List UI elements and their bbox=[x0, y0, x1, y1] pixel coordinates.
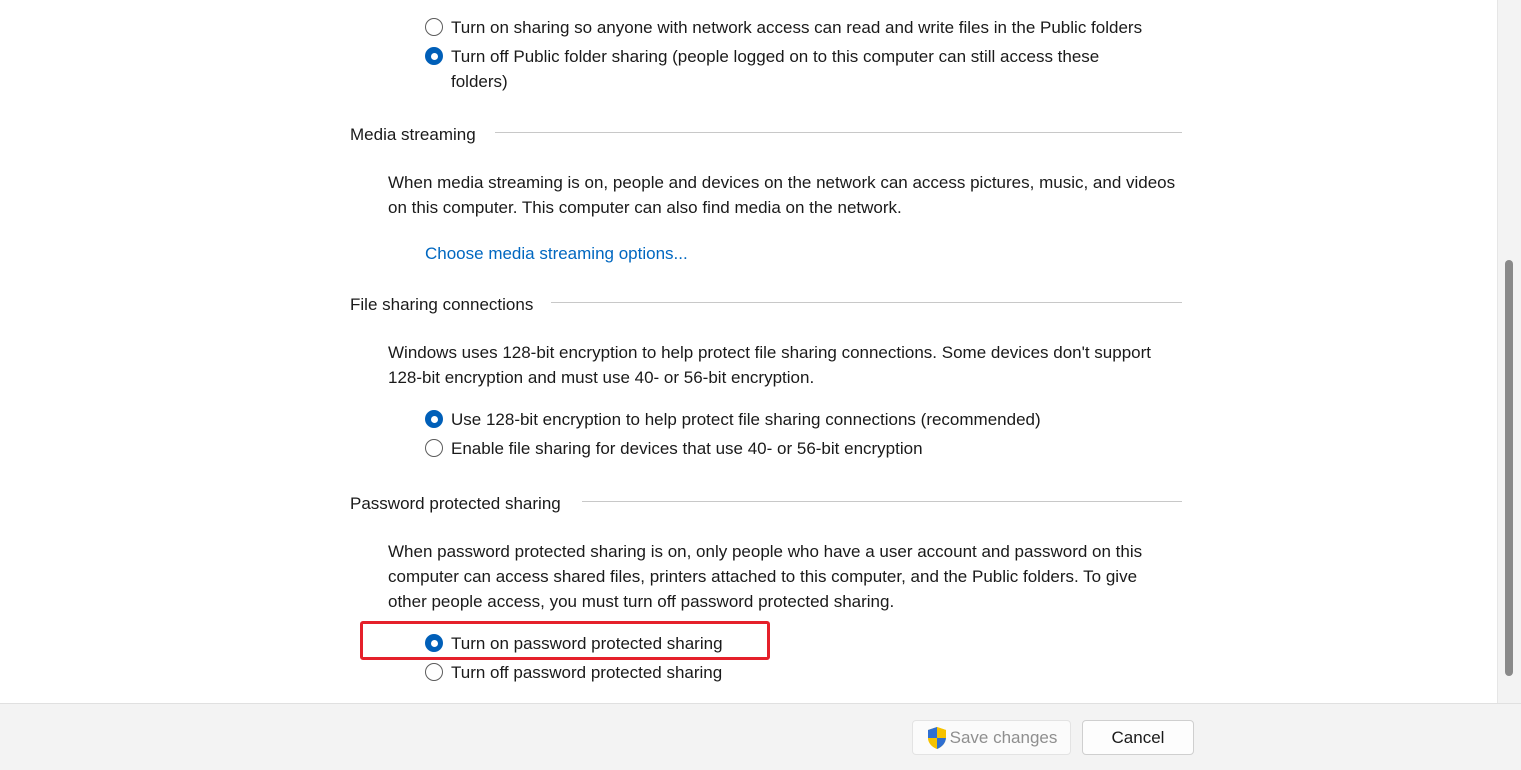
radio-button-unselected-icon[interactable] bbox=[425, 439, 443, 457]
section-divider bbox=[582, 501, 1182, 502]
radio-button-selected-icon[interactable] bbox=[425, 410, 443, 428]
section-title-file-sharing-connections: File sharing connections bbox=[350, 295, 534, 314]
media-streaming-description: When media streaming is on, people and d… bbox=[388, 173, 1176, 217]
radio-password-sharing-off[interactable]: Turn off password protected sharing bbox=[425, 660, 1171, 685]
radio-button-selected-icon[interactable] bbox=[425, 47, 443, 65]
cancel-label: Cancel bbox=[1111, 727, 1165, 747]
cancel-button[interactable]: Cancel bbox=[1082, 720, 1194, 755]
radio-label: Turn off password protected sharing bbox=[451, 663, 723, 682]
section-divider bbox=[495, 132, 1182, 133]
scrollbar-thumb[interactable] bbox=[1505, 260, 1513, 676]
vertical-scrollbar[interactable] bbox=[1497, 0, 1521, 703]
file-sharing-description: Windows uses 128-bit encryption to help … bbox=[388, 343, 1151, 387]
radio-public-sharing-off[interactable]: Turn off Public folder sharing (people l… bbox=[425, 44, 1151, 94]
radio-label: Use 128-bit encryption to help protect f… bbox=[451, 410, 1041, 429]
section-divider bbox=[551, 302, 1182, 303]
section-title-media-streaming: Media streaming bbox=[350, 125, 476, 144]
uac-shield-icon bbox=[927, 726, 946, 749]
section-title-password-protected-sharing: Password protected sharing bbox=[350, 494, 561, 513]
password-sharing-description: When password protected sharing is on, o… bbox=[388, 542, 1143, 611]
radio-button-selected-icon[interactable] bbox=[425, 634, 443, 652]
dialog-footer: Save changes Cancel bbox=[0, 703, 1521, 770]
radio-128-bit-encryption[interactable]: Use 128-bit encryption to help protect f… bbox=[425, 407, 1171, 432]
settings-content: Turn on sharing so anyone with network a… bbox=[0, 0, 1497, 703]
radio-label: Turn off Public folder sharing (people l… bbox=[451, 47, 1100, 91]
radio-button-unselected-icon[interactable] bbox=[425, 18, 443, 36]
advanced-sharing-settings-window: Turn on sharing so anyone with network a… bbox=[0, 0, 1521, 770]
radio-button-unselected-icon[interactable] bbox=[425, 663, 443, 681]
save-changes-label: Save changes bbox=[949, 727, 1058, 747]
radio-label: Enable file sharing for devices that use… bbox=[451, 439, 923, 458]
radio-40-56-bit-encryption[interactable]: Enable file sharing for devices that use… bbox=[425, 436, 1171, 461]
radio-label: Turn on password protected sharing bbox=[451, 634, 723, 653]
radio-password-sharing-on[interactable]: Turn on password protected sharing bbox=[425, 631, 1171, 656]
radio-label: Turn on sharing so anyone with network a… bbox=[451, 18, 1143, 37]
radio-public-sharing-on[interactable]: Turn on sharing so anyone with network a… bbox=[425, 15, 1171, 40]
save-changes-button[interactable]: Save changes bbox=[912, 720, 1071, 755]
media-streaming-options-link[interactable]: Choose media streaming options... bbox=[425, 241, 688, 266]
